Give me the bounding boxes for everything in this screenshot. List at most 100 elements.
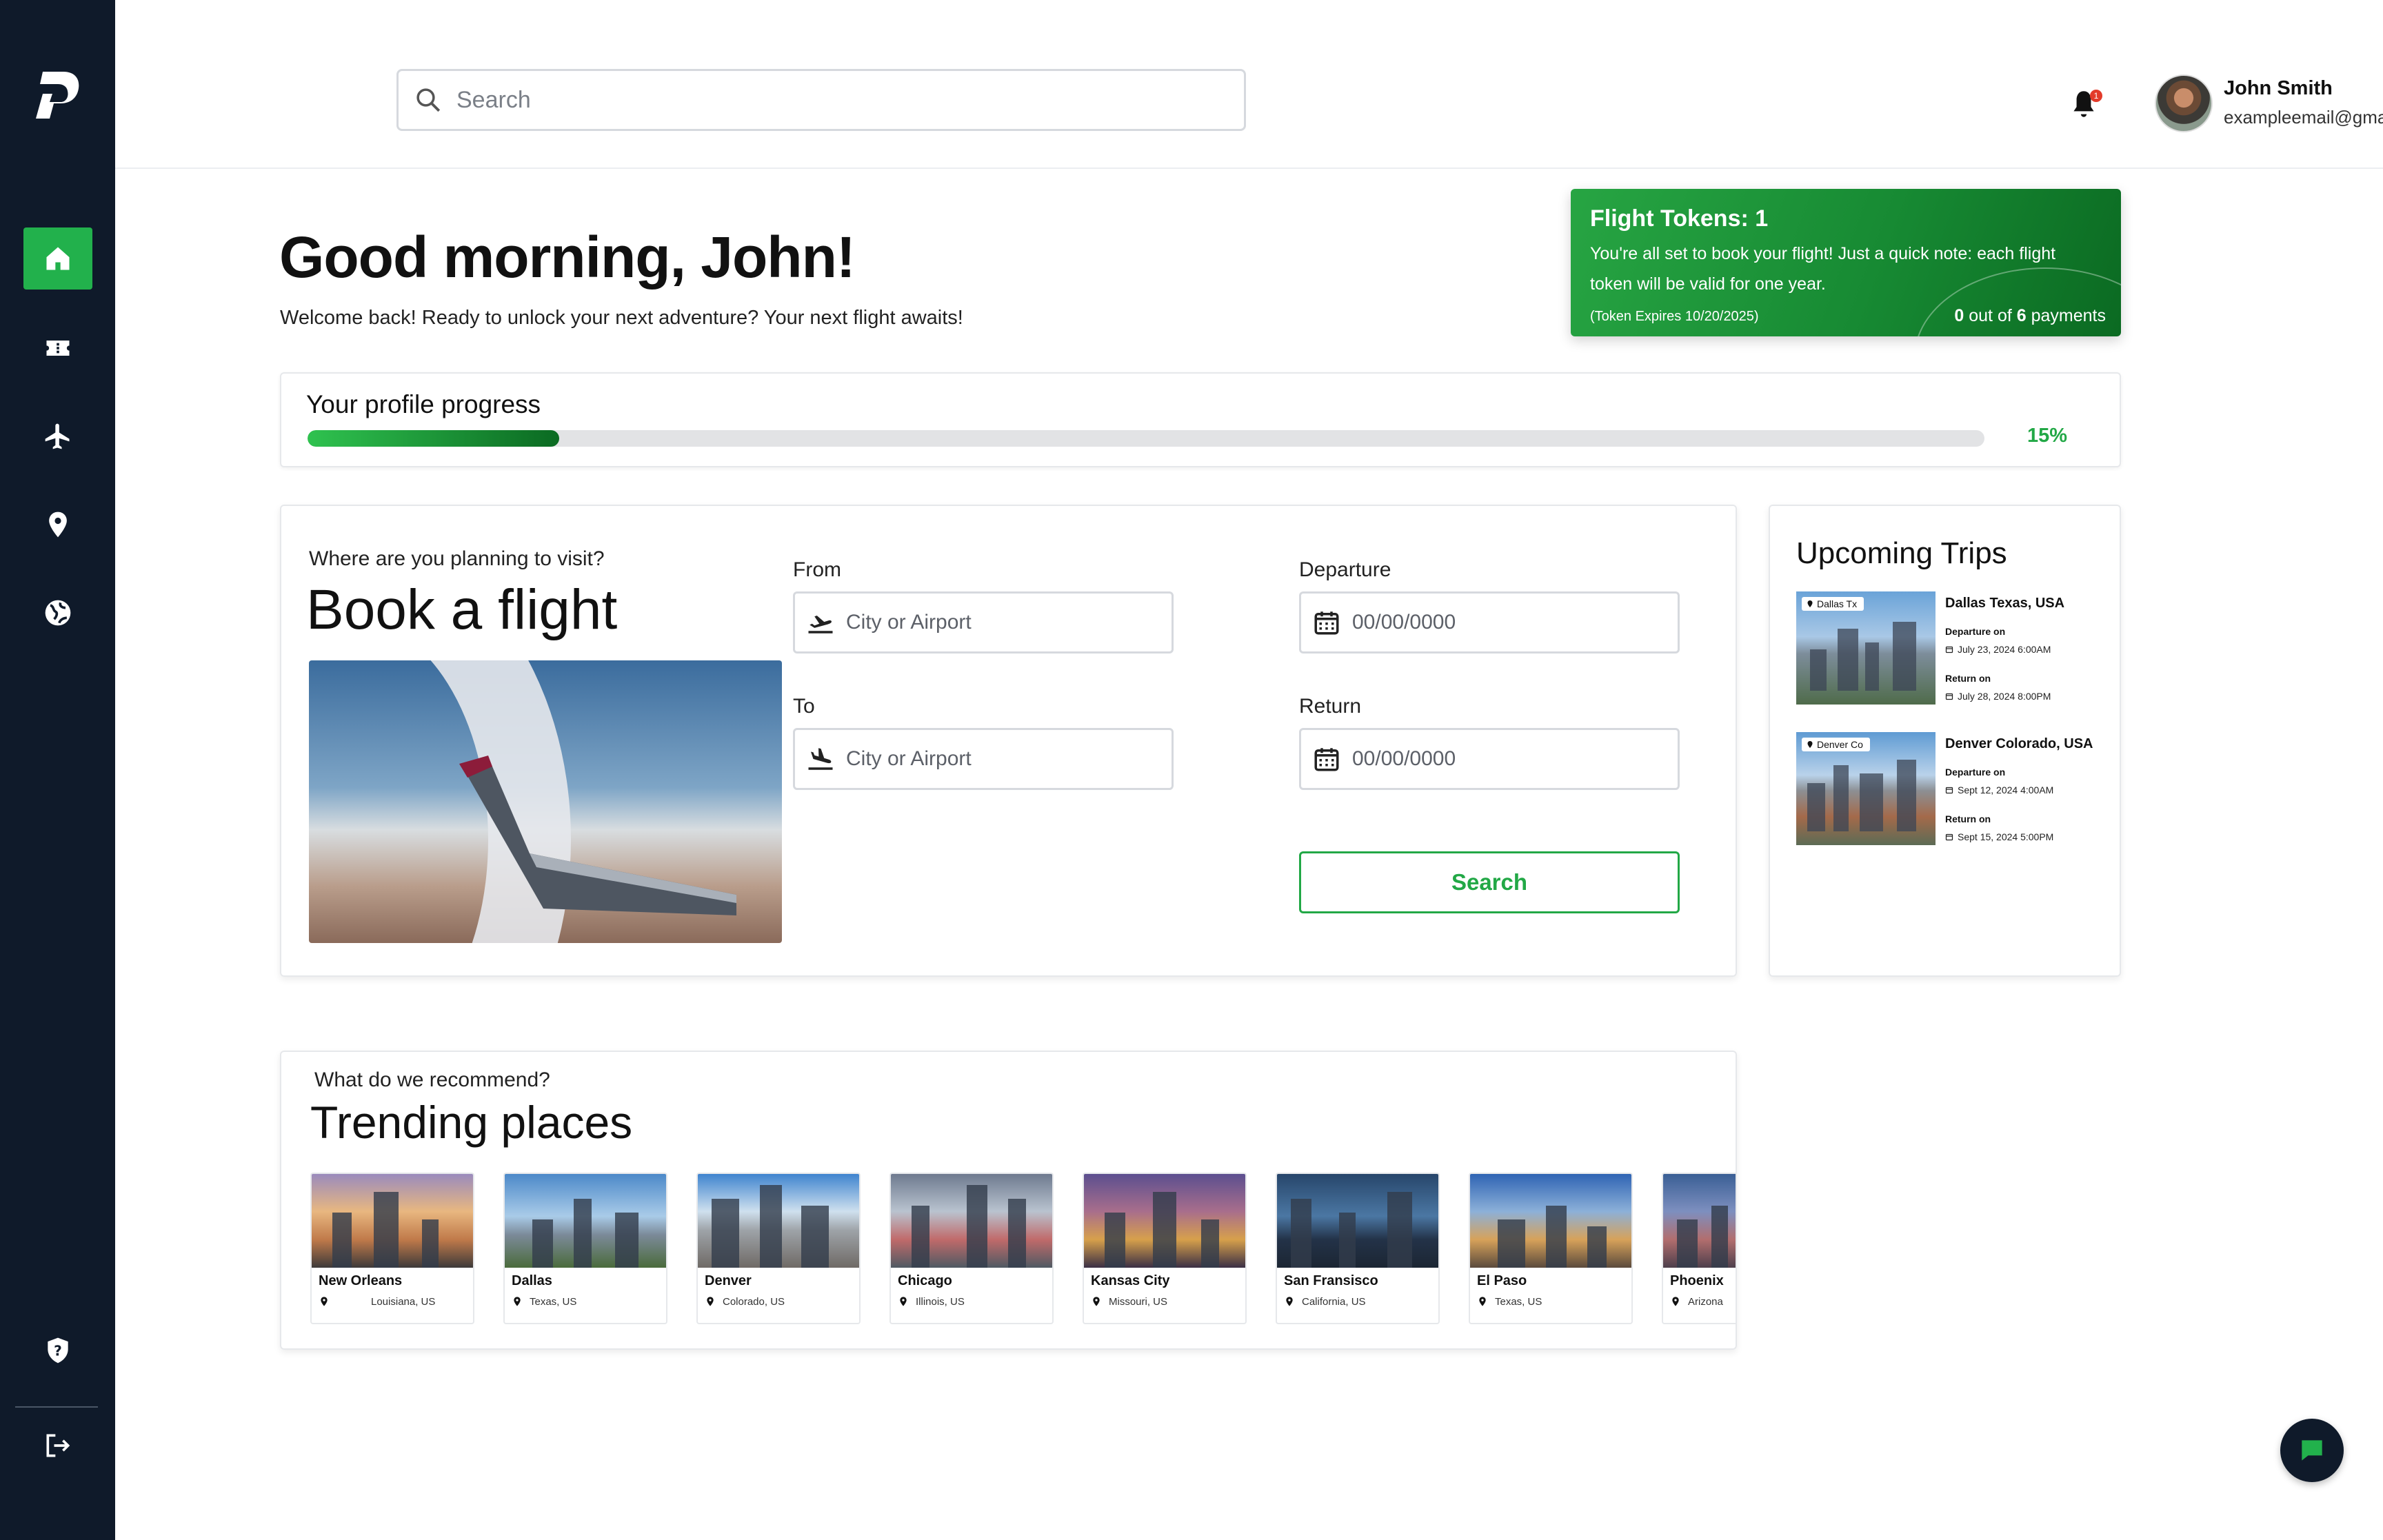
from-input[interactable] [846, 611, 1163, 634]
trip-city: Denver Colorado, USA [1945, 736, 2093, 751]
place-location-text: Missouri, US [1109, 1295, 1168, 1308]
trip-location-tag: Denver Co [1802, 738, 1870, 751]
profile-progress-card: Your profile progress 15% [280, 372, 2121, 467]
place-location-text: Louisiana, US [371, 1295, 436, 1308]
place-card[interactable]: Kansas City Missouri, US [1083, 1173, 1247, 1324]
trip-return-label: Return on [1945, 813, 1991, 824]
place-card[interactable]: New Orleans Louisiana, US [310, 1173, 474, 1324]
place-photo [698, 1174, 859, 1268]
trip-item[interactable]: Dallas Tx Dallas Texas, USA Departure on… [1796, 591, 2113, 707]
trip-departure-label: Departure on [1945, 626, 2006, 637]
book-flight-card: Where are you planning to visit? Book a … [280, 505, 1737, 977]
skyline-building [1897, 760, 1916, 831]
from-label: From [793, 558, 841, 581]
trip-departure-date: July 23, 2024 6:00AM [1945, 644, 2051, 655]
location-pin-icon [1479, 1297, 1486, 1306]
trending-subtitle: What do we recommend? [314, 1068, 550, 1091]
place-location-text: Colorado, US [723, 1295, 785, 1308]
location-pin-icon [514, 1297, 521, 1306]
place-location: Arizona [1670, 1295, 1723, 1308]
place-photo [1277, 1174, 1438, 1268]
place-photo [505, 1174, 666, 1268]
to-label: To [793, 695, 815, 718]
search-icon [416, 88, 441, 112]
trip-departure-date-text: July 23, 2024 6:00AM [1958, 644, 2051, 655]
trip-city: Dallas Texas, USA [1945, 596, 2065, 611]
calendar-icon [1945, 787, 1953, 794]
user-name: John Smith [2224, 77, 2333, 99]
skyline-building [1838, 629, 1858, 691]
return-date-input[interactable] [1352, 747, 1669, 771]
place-name: Kansas City [1091, 1273, 1170, 1288]
search-bar[interactable] [396, 69, 1246, 131]
home-icon [46, 247, 70, 270]
place-location: Louisiana, US [319, 1295, 435, 1308]
trip-item[interactable]: Denver Co Denver Colorado, USA Departure… [1796, 732, 2113, 848]
nav-security[interactable]: ? [23, 1319, 92, 1381]
nav-explore[interactable] [23, 582, 92, 644]
place-card[interactable]: Chicago Illinois, US [889, 1173, 1054, 1324]
nav-tickets[interactable] [23, 317, 92, 379]
search-input[interactable] [456, 86, 1215, 114]
book-flight-title: Book a flight [306, 578, 618, 641]
place-card[interactable]: San Fransisco California, US [1276, 1173, 1440, 1324]
nav-flights[interactable] [23, 405, 92, 467]
trip-departure-date: Sept 12, 2024 4:00AM [1945, 784, 2053, 796]
nav-logout[interactable] [23, 1415, 92, 1477]
place-card[interactable]: Denver Colorado, US [696, 1173, 861, 1324]
location-pin-icon [1286, 1297, 1293, 1306]
search-flights-button[interactable]: Search [1299, 851, 1680, 913]
skyline-building [1810, 649, 1827, 691]
location-pin-icon [707, 1297, 714, 1306]
payments-status: 0 out of 6 payments [1954, 306, 2106, 326]
skyline-building [1893, 622, 1916, 691]
trending-places-card: What do we recommend? Trending places Ne… [280, 1051, 1737, 1350]
place-card[interactable]: Dallas Texas, US [503, 1173, 667, 1324]
airplane-wing-photo [309, 660, 782, 943]
skyline-building [1860, 773, 1883, 831]
avatar[interactable] [2155, 74, 2213, 132]
departure-label: Departure [1299, 558, 1391, 581]
place-card[interactable]: El Paso Texas, US [1469, 1173, 1633, 1324]
notification-badge: 1 [2090, 90, 2102, 102]
place-location: Illinois, US [898, 1295, 965, 1308]
place-name: Dallas [512, 1273, 552, 1288]
trip-return-date-text: July 28, 2024 8:00PM [1958, 691, 2051, 702]
return-field[interactable] [1299, 728, 1680, 790]
location-pin-icon [900, 1297, 907, 1306]
chat-bubble-icon [2302, 1440, 2322, 1461]
departure-field[interactable] [1299, 591, 1680, 654]
sidebar: ? [0, 0, 115, 1540]
trip-return-date: Sept 15, 2024 5:00PM [1945, 831, 2053, 842]
flight-tokens-card: Flight Tokens: 1 You're all set to book … [1571, 189, 2121, 336]
nav-home[interactable] [23, 227, 92, 290]
location-pin-icon [1093, 1297, 1100, 1306]
nav-locations[interactable] [23, 494, 92, 556]
user-email: exampleemail@gmail.com [2224, 107, 2383, 128]
calendar-icon [1945, 693, 1953, 700]
sidebar-divider [15, 1406, 98, 1408]
brand-logo-icon[interactable] [33, 69, 81, 121]
wing-illustration [459, 756, 736, 915]
trip-tag-label: Denver Co [1817, 739, 1863, 750]
departure-date-input[interactable] [1352, 611, 1669, 634]
place-card[interactable]: Phoenix Arizona [1662, 1173, 1736, 1324]
place-name: Phoenix [1670, 1273, 1724, 1288]
place-location-text: Texas, US [530, 1295, 577, 1308]
landing-icon [808, 748, 833, 770]
profile-progress-fill [308, 430, 559, 447]
profile-progress-percent: 15% [2027, 425, 2068, 447]
to-field[interactable] [793, 728, 1174, 790]
chat-button[interactable] [2280, 1419, 2344, 1482]
airplane-icon [45, 423, 70, 449]
trending-title: Trending places [310, 1097, 633, 1148]
calendar-icon [1945, 833, 1953, 841]
place-name: Chicago [898, 1273, 952, 1288]
from-field[interactable] [793, 591, 1174, 654]
globe-icon [45, 600, 71, 626]
location-pin-icon [1672, 1297, 1679, 1306]
place-location-text: Texas, US [1495, 1295, 1542, 1308]
location-pin-icon [321, 1297, 328, 1306]
place-location: California, US [1284, 1295, 1366, 1308]
to-input[interactable] [846, 747, 1163, 771]
